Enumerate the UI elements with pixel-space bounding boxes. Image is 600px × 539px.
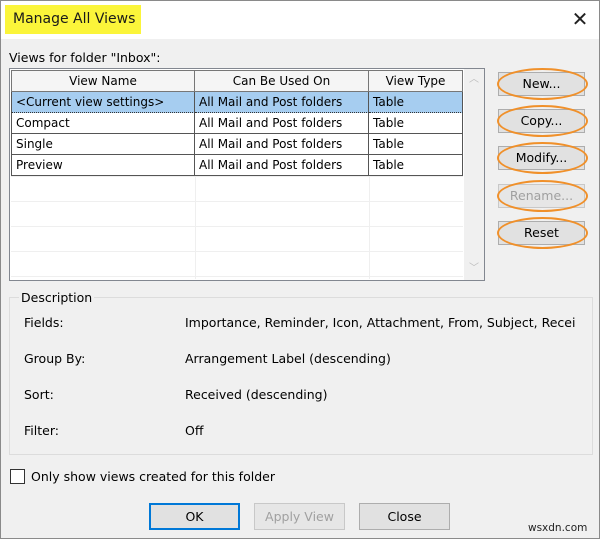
used-on-cell: All Mail and Post folders xyxy=(195,134,369,155)
modify-button[interactable]: Modify... xyxy=(497,142,588,174)
reset-button[interactable]: Reset xyxy=(497,217,588,249)
table-row[interactable]: Single All Mail and Post folders Table xyxy=(11,134,463,155)
empty-grid-area xyxy=(11,176,463,279)
rename-button[interactable]: Rename... xyxy=(497,180,588,212)
only-this-folder-checkbox[interactable] xyxy=(10,469,25,484)
view-type-cell: Table xyxy=(369,92,463,113)
scroll-up-icon[interactable]: ︿ xyxy=(464,71,484,89)
scroll-down-icon[interactable]: ﹀ xyxy=(464,260,484,278)
group-by-value: Arrangement Label (descending) xyxy=(185,351,391,366)
sort-label: Sort: xyxy=(24,387,54,402)
copy-button[interactable]: Copy... xyxy=(497,105,588,137)
group-by-label: Group By: xyxy=(24,351,86,366)
view-name-cell: Compact xyxy=(11,113,195,134)
table-row[interactable]: Preview All Mail and Post folders Table xyxy=(11,155,463,176)
view-name-cell: <Current view settings> xyxy=(11,92,195,113)
table-row[interactable]: <Current view settings> All Mail and Pos… xyxy=(11,92,463,113)
close-icon[interactable]: ✕ xyxy=(569,8,591,30)
filter-label: Filter: xyxy=(24,423,59,438)
view-type-cell: Table xyxy=(369,155,463,176)
apply-view-button[interactable]: Apply View xyxy=(254,503,345,530)
only-this-folder-label[interactable]: Only show views created for this folder xyxy=(31,469,275,484)
manage-all-views-dialog: Manage All Views ✕ Views for folder "Inb… xyxy=(0,0,600,539)
column-header-view-name[interactable]: View Name xyxy=(11,70,195,92)
close-button[interactable]: Close xyxy=(359,503,450,530)
views-list[interactable]: View Name Can Be Used On View Type <Curr… xyxy=(9,68,485,281)
used-on-cell: All Mail and Post folders xyxy=(195,92,369,113)
ok-button[interactable]: OK xyxy=(149,503,240,530)
vertical-scrollbar[interactable]: ︿ ﹀ xyxy=(464,69,484,280)
column-header-view-type[interactable]: View Type xyxy=(369,70,463,92)
used-on-cell: All Mail and Post folders xyxy=(195,113,369,134)
column-header-can-be-used-on[interactable]: Can Be Used On xyxy=(195,70,369,92)
fields-label: Fields: xyxy=(24,315,64,330)
views-list-header: View Name Can Be Used On View Type xyxy=(11,70,463,92)
sort-value: Received (descending) xyxy=(185,387,328,402)
table-row[interactable]: Compact All Mail and Post folders Table xyxy=(11,113,463,134)
new-button[interactable]: New... xyxy=(497,68,588,100)
fields-value: Importance, Reminder, Icon, Attachment, … xyxy=(185,315,576,330)
views-folder-label: Views for folder "Inbox": xyxy=(9,50,161,65)
used-on-cell: All Mail and Post folders xyxy=(195,155,369,176)
watermark: wsxdn.com xyxy=(528,522,588,534)
view-type-cell: Table xyxy=(369,113,463,134)
dialog-title: Manage All Views xyxy=(13,11,136,27)
view-name-cell: Single xyxy=(11,134,195,155)
description-legend: Description xyxy=(19,290,95,305)
title-bar: Manage All Views ✕ xyxy=(1,1,599,39)
filter-value: Off xyxy=(185,423,204,438)
view-name-cell: Preview xyxy=(11,155,195,176)
view-type-cell: Table xyxy=(369,134,463,155)
